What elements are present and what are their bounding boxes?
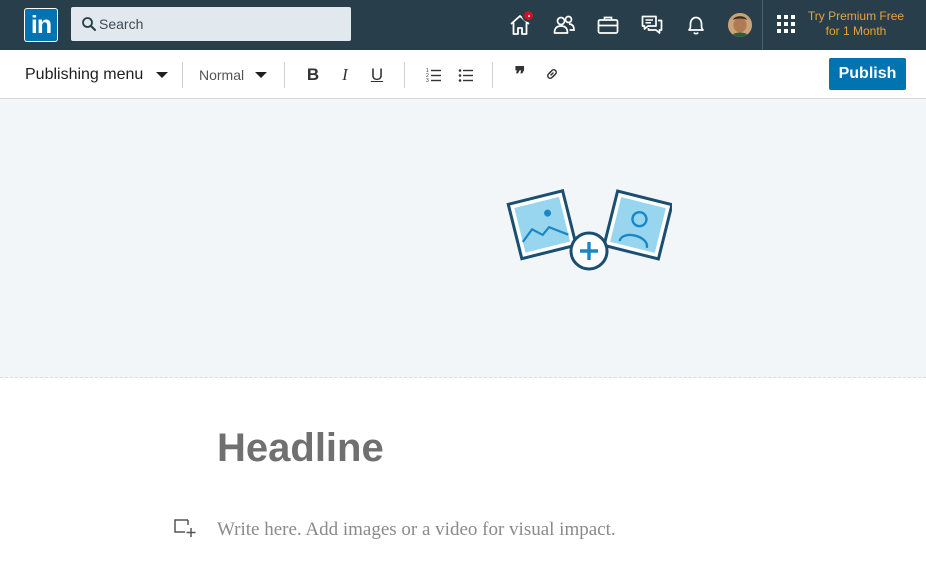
underline-label: U (370, 65, 384, 84)
notification-badge (522, 9, 535, 22)
numbered-list-icon: 1 2 3 (424, 67, 444, 83)
underline-button[interactable]: U (367, 64, 387, 86)
bulleted-list-icon (456, 67, 476, 83)
search-input[interactable] (99, 7, 345, 41)
chevron-down-icon[interactable] (255, 72, 267, 78)
headline-input[interactable]: Headline (217, 423, 384, 473)
jobs-icon (596, 13, 620, 37)
premium-line-2: for 1 Month (825, 24, 887, 38)
add-media-icon[interactable] (173, 516, 197, 538)
editor-toolbar: Publishing menu Normal B I U 1 2 3 ❞ Pub… (0, 50, 926, 99)
nav-divider (762, 0, 763, 50)
link-button[interactable] (542, 64, 562, 86)
search-icon (81, 16, 97, 32)
premium-line-1: Try Premium Free (807, 9, 905, 23)
cover-image-area[interactable] (0, 99, 926, 378)
home-nav-button[interactable] (508, 9, 535, 37)
work-grid-icon[interactable] (776, 14, 796, 34)
publishing-menu-label: Publishing menu (25, 66, 144, 83)
profile-avatar[interactable] (728, 13, 752, 37)
chevron-down-icon[interactable] (156, 72, 168, 78)
global-nav: in Search Try Premium Free for 1 Month (0, 0, 926, 50)
my-network-icon (552, 13, 576, 37)
text-style-select[interactable]: Normal (199, 65, 244, 85)
toolbar-separator (284, 62, 285, 88)
linkedin-logo-text: in (25, 9, 57, 41)
toolbar-separator (182, 62, 183, 88)
toolbar-separator (492, 62, 493, 88)
bold-button[interactable]: B (303, 64, 323, 86)
quote-button[interactable]: ❞ (510, 64, 530, 86)
italic-label: I (342, 65, 348, 84)
try-premium-link[interactable]: Try Premium Free for 1 Month (806, 9, 906, 43)
article-body-input[interactable]: Write here. Add images or a video for vi… (217, 518, 616, 542)
publishing-menu-button[interactable]: Publishing menu (25, 64, 143, 86)
link-icon (542, 67, 562, 81)
quote-icon: ❞ (514, 64, 526, 86)
my-network-nav-button[interactable] (552, 13, 576, 37)
messaging-icon (640, 13, 664, 37)
jobs-nav-button[interactable] (596, 13, 620, 37)
notifications-nav-button[interactable] (684, 13, 708, 37)
add-cover-image-icon[interactable] (506, 188, 674, 279)
messaging-nav-button[interactable] (640, 13, 664, 37)
notifications-icon (684, 13, 708, 37)
toolbar-separator (404, 62, 405, 88)
publish-button[interactable]: Publish (829, 58, 906, 90)
italic-button[interactable]: I (335, 64, 355, 86)
linkedin-logo[interactable]: in (24, 8, 58, 42)
numbered-list-button[interactable]: 1 2 3 (424, 64, 444, 86)
text-style-value: Normal (199, 67, 245, 83)
bold-label: B (306, 65, 320, 84)
bulleted-list-button[interactable] (456, 64, 476, 86)
search-box[interactable] (71, 7, 351, 41)
svg-text:3: 3 (426, 78, 429, 83)
